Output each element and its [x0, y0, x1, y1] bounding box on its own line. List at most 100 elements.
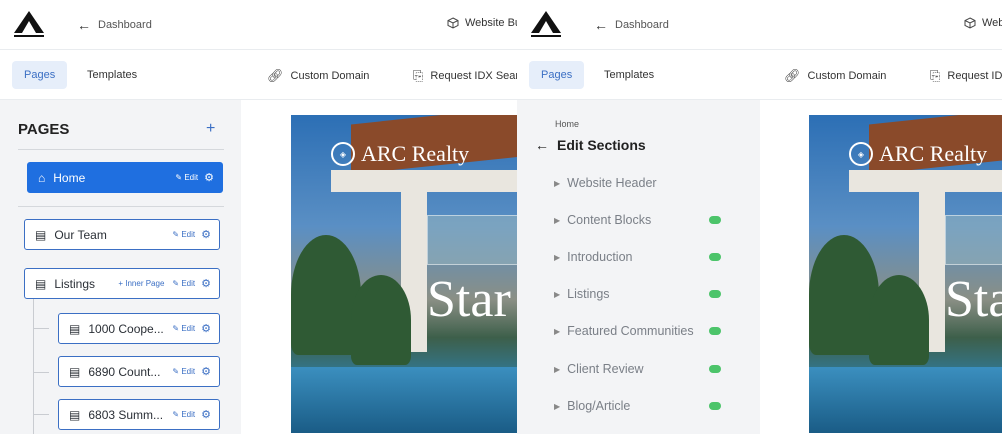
arrow-left-icon[interactable]: ←: [535, 137, 549, 153]
top-bar: ← Dashboard Web: [517, 0, 1002, 50]
section-row-blog-article[interactable]: ▶ Blog/Article: [554, 396, 724, 416]
section-toggle[interactable]: [709, 365, 721, 373]
arrow-left-icon: ←: [77, 17, 91, 33]
add-page-button[interactable]: +: [206, 120, 215, 138]
edit-button[interactable]: ✎ Edit: [172, 279, 195, 288]
tree-connector: [33, 328, 49, 329]
caret-right-icon: ▶: [554, 326, 561, 336]
section-toggle[interactable]: [709, 402, 721, 410]
section-toggle[interactable]: [709, 327, 721, 335]
gear-icon[interactable]: ⚙: [201, 277, 211, 290]
tree-connector: [33, 414, 49, 415]
divider: [18, 149, 224, 150]
preview-glass: [427, 215, 517, 265]
home-icon: ⌂: [38, 170, 46, 185]
edit-button[interactable]: ✎ Edit: [172, 367, 195, 376]
edit-button[interactable]: ✎ Edit: [172, 230, 195, 239]
page-item-home[interactable]: ⌂ Home ✎ Edit ⚙: [27, 162, 223, 193]
website-builder-link[interactable]: Website Bui: [447, 17, 517, 29]
builder-pane-pages: ← Dashboard Website Bui Pages Templates …: [0, 0, 517, 434]
back-to-dashboard-link[interactable]: ← Dashboard: [77, 17, 152, 33]
builder-pane-sections: ← Dashboard Web Pages Templates 🔗︎ Custo…: [517, 0, 1002, 434]
preview-brand: ◈ ARC Realty: [331, 141, 469, 167]
edit-sections-panel: Home ← Edit Sections ▶ Website Header ▶ …: [517, 100, 760, 434]
sub-nav: Pages Templates 🔗︎ Custom Domain ⎘ Reque…: [517, 50, 1002, 100]
tree-connector: [33, 372, 49, 373]
pages-title: PAGES: [18, 121, 70, 138]
section-row-listings[interactable]: ▶ Listings: [554, 284, 724, 304]
section-row-website-header[interactable]: ▶ Website Header: [554, 173, 724, 193]
tab-templates[interactable]: Templates: [87, 61, 137, 89]
search-document-icon: ⎘: [930, 68, 941, 83]
gear-icon[interactable]: ⚙: [204, 171, 214, 184]
tab-pages[interactable]: Pages: [529, 61, 585, 89]
website-builder-link[interactable]: Web: [964, 17, 1002, 29]
gear-icon[interactable]: ⚙: [201, 228, 211, 241]
tab-templates[interactable]: Templates: [604, 61, 654, 89]
realty-logo-icon: ◈: [849, 142, 873, 166]
gear-icon[interactable]: ⚙: [201, 322, 211, 335]
breadcrumb[interactable]: Home: [555, 119, 579, 129]
section-row-client-review[interactable]: ▶ Client Review: [554, 359, 724, 379]
edit-button[interactable]: ✎ Edit: [175, 173, 198, 182]
access-logo[interactable]: [12, 9, 46, 39]
preview-wall: [849, 170, 1002, 192]
preview-palm: [869, 275, 929, 365]
preview-palm: [351, 275, 411, 365]
page-item-6890-country[interactable]: ▤ 6890 Count... ✎ Edit ⚙: [58, 356, 220, 387]
page-item-our-team[interactable]: ▤ Our Team ✎ Edit ⚙: [24, 219, 220, 250]
request-idx-link[interactable]: ⎘ Request IDX: [930, 68, 1002, 84]
cube-icon: [447, 17, 459, 29]
arrow-left-icon: ←: [594, 17, 608, 33]
document-icon: ▤: [69, 407, 81, 422]
edit-sections-title: ← Edit Sections: [535, 137, 646, 153]
preview-glass: [945, 215, 1002, 265]
caret-right-icon: ▶: [554, 364, 561, 374]
tab-pages[interactable]: Pages: [12, 61, 68, 89]
search-document-icon: ⎘: [413, 68, 424, 83]
request-idx-link[interactable]: ⎘ Request IDX Search: [413, 68, 517, 84]
document-icon: ▤: [69, 364, 81, 379]
document-icon: ▤: [35, 276, 47, 291]
link-icon: 🔗︎: [784, 68, 801, 83]
caret-right-icon: ▶: [554, 252, 561, 262]
divider: [18, 206, 224, 207]
section-toggle[interactable]: [709, 290, 721, 298]
section-row-introduction[interactable]: ▶ Introduction: [554, 247, 724, 267]
preview-wall: [331, 170, 517, 192]
preview-pool: [291, 367, 517, 433]
access-logo[interactable]: [529, 9, 563, 39]
back-to-dashboard-link[interactable]: ← Dashboard: [594, 17, 669, 33]
section-row-featured-communities[interactable]: ▶ Featured Communities: [554, 321, 724, 341]
caret-right-icon: ▶: [554, 215, 561, 225]
realty-logo-icon: ◈: [331, 142, 355, 166]
preview-brand: ◈ ARC Realty: [849, 141, 987, 167]
preview-headline: Star: [427, 271, 511, 328]
caret-right-icon: ▶: [554, 401, 561, 411]
sub-nav: Pages Templates 🔗︎ Custom Domain ⎘ Reque…: [0, 50, 517, 100]
document-icon: ▤: [35, 227, 47, 242]
caret-right-icon: ▶: [554, 289, 561, 299]
page-item-listings[interactable]: ▤ Listings + Inner Page ✎ Edit ⚙: [24, 268, 220, 299]
preview-pool: [809, 367, 1002, 433]
pages-panel: PAGES + ⌂ Home ✎ Edit ⚙ ▤ Our Team ✎ Edi…: [0, 100, 241, 434]
custom-domain-link[interactable]: 🔗︎ Custom Domain: [267, 68, 369, 84]
gear-icon[interactable]: ⚙: [201, 408, 211, 421]
page-item-6803-summit[interactable]: ▤ 6803 Summ... ✎ Edit ⚙: [58, 399, 220, 430]
caret-right-icon: ▶: [554, 178, 561, 188]
top-bar: ← Dashboard Website Bui: [0, 0, 517, 50]
edit-button[interactable]: ✎ Edit: [172, 324, 195, 333]
document-icon: ▤: [69, 321, 81, 336]
link-icon: 🔗︎: [267, 68, 284, 83]
gear-icon[interactable]: ⚙: [201, 365, 211, 378]
site-preview[interactable]: ◈ ARC Realty Star: [291, 115, 517, 433]
section-row-content-blocks[interactable]: ▶ Content Blocks: [554, 210, 724, 230]
site-preview[interactable]: ◈ ARC Realty Sta: [809, 115, 1002, 433]
edit-button[interactable]: ✎ Edit: [172, 410, 195, 419]
cube-icon: [964, 17, 976, 29]
page-item-1000-cooper[interactable]: ▤ 1000 Coope... ✎ Edit ⚙: [58, 313, 220, 344]
custom-domain-link[interactable]: 🔗︎ Custom Domain: [784, 68, 886, 84]
add-inner-page-button[interactable]: + Inner Page: [118, 279, 164, 288]
section-toggle[interactable]: [709, 216, 721, 224]
section-toggle[interactable]: [709, 253, 721, 261]
